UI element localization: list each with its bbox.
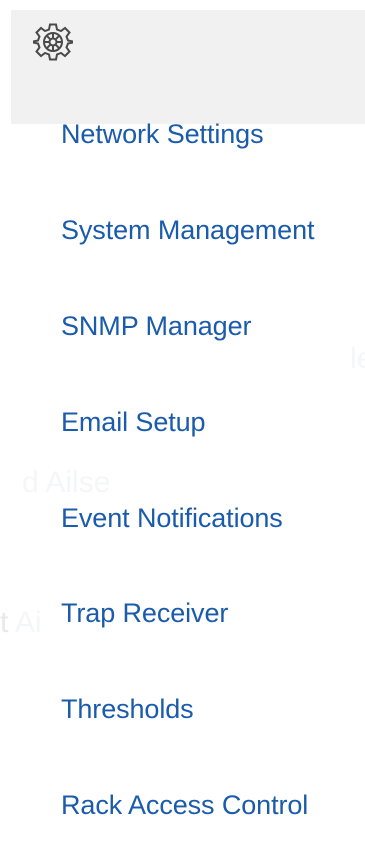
settings-menu-screen: le d Ailse t Ai bbox=[0, 0, 365, 857]
menu-item-trap-receiver[interactable]: Trap Receiver bbox=[61, 597, 228, 629]
menu-item-email-setup[interactable]: Email Setup bbox=[61, 406, 206, 438]
settings-menu: Network Settings System Management SNMP … bbox=[11, 10, 365, 857]
menu-item-thresholds[interactable]: Thresholds bbox=[61, 693, 194, 725]
menu-item-snmp-manager[interactable]: SNMP Manager bbox=[61, 310, 251, 342]
menu-item-system-management[interactable]: System Management bbox=[61, 214, 315, 246]
menu-list: Network Settings System Management SNMP … bbox=[11, 0, 365, 857]
menu-item-event-notifications[interactable]: Event Notifications bbox=[61, 502, 283, 534]
menu-item-rack-access-control[interactable]: Rack Access Control bbox=[61, 789, 308, 821]
menu-item-network-settings[interactable]: Network Settings bbox=[61, 118, 264, 150]
